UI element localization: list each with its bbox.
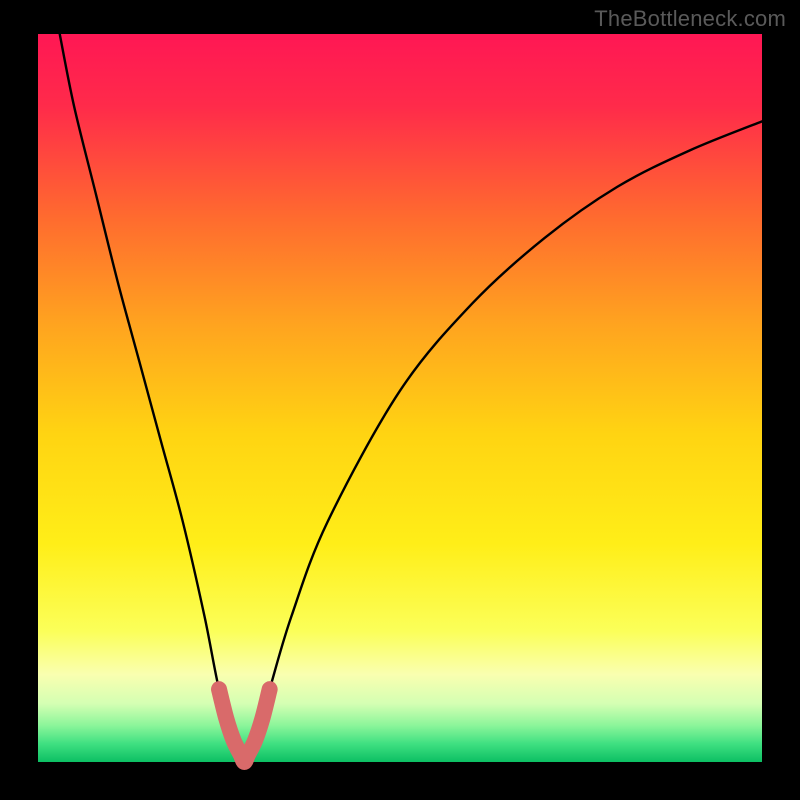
watermark-text: TheBottleneck.com: [594, 6, 786, 32]
plot-background: [38, 34, 762, 762]
bottleneck-chart: [0, 0, 800, 800]
chart-frame: TheBottleneck.com: [0, 0, 800, 800]
